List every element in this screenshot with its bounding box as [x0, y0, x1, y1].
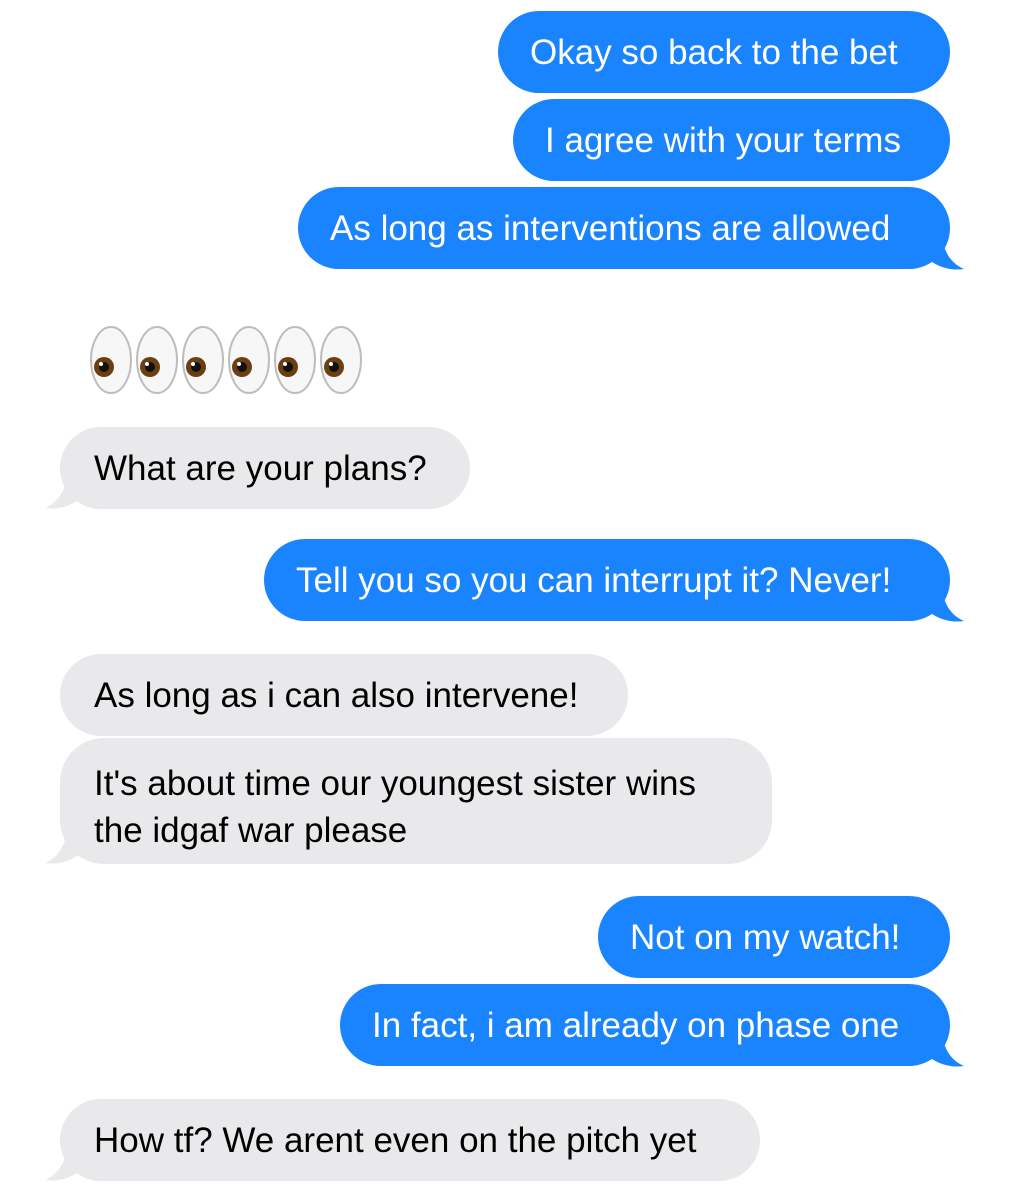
bubble-tail — [928, 1034, 966, 1068]
eyes-emoji — [134, 323, 180, 397]
outgoing-message[interactable]: As long as interventions are allowed — [298, 187, 950, 269]
outgoing-message[interactable]: In fact, i am already on phase one — [340, 984, 950, 1066]
eyes-emoji — [226, 323, 272, 397]
outgoing-message[interactable]: Not on my watch! — [598, 896, 950, 978]
eyes-emoji — [88, 323, 134, 397]
incoming-message[interactable]: As long as i can also intervene! — [60, 654, 628, 736]
incoming-message[interactable]: It's about time our youngest sister wins… — [60, 738, 772, 864]
incoming-message[interactable]: What are your plans? — [60, 427, 470, 509]
bubble-tail — [43, 831, 81, 865]
bubble-tail — [43, 1148, 81, 1182]
eyes-emoji — [272, 323, 318, 397]
incoming-message[interactable]: How tf? We arent even on the pitch yet — [60, 1099, 760, 1181]
outgoing-message[interactable]: Okay so back to the bet — [498, 11, 950, 93]
bubble-tail — [43, 476, 81, 510]
eyes-emoji — [318, 323, 364, 397]
bubble-tail — [928, 589, 966, 623]
outgoing-message[interactable]: I agree with your terms — [513, 99, 950, 181]
eyes-emoji-message[interactable] — [88, 323, 364, 399]
outgoing-message[interactable]: Tell you so you can interrupt it? Never! — [264, 539, 950, 621]
bubble-tail — [928, 237, 966, 271]
eyes-emoji — [180, 323, 226, 397]
